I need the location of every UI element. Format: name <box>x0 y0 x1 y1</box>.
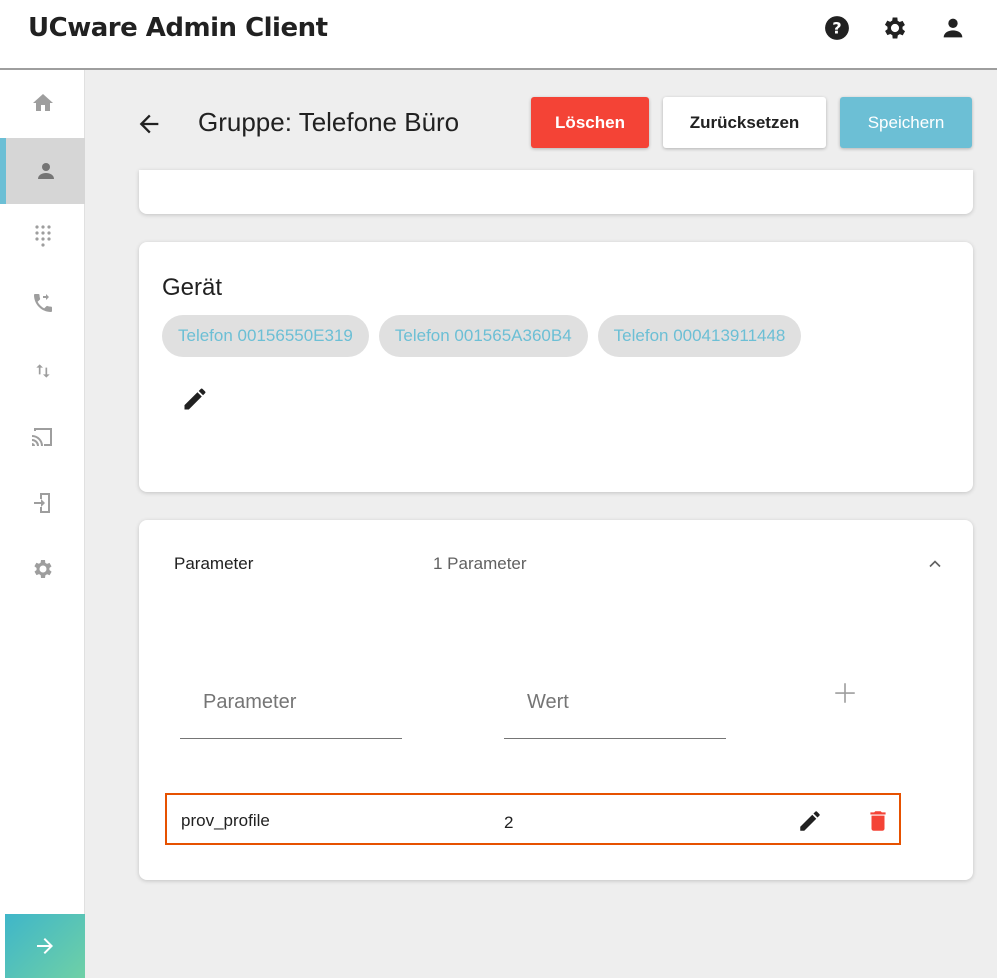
person-icon <box>37 163 54 179</box>
parameter-count: 1 Parameter <box>433 554 527 573</box>
page-title: Gruppe: Telefone Büro <box>198 107 460 137</box>
sidebar-item-settings[interactable] <box>0 536 85 602</box>
device-chip[interactable]: Telefon 000413911448 <box>597 315 802 357</box>
parameter-card: Parameter 1 Parameter prov_profile 2 <box>139 520 973 880</box>
sidebar-item-home[interactable] <box>0 70 85 136</box>
group-info-card <box>139 170 973 214</box>
parameter-row: prov_profile 2 <box>165 793 901 845</box>
edit-parameter-button[interactable] <box>797 808 823 834</box>
svg-text:?: ? <box>832 18 841 37</box>
parameter-name-input[interactable] <box>180 682 402 722</box>
help-icon[interactable]: ? <box>823 14 851 42</box>
sidebar-item-cast[interactable] <box>0 404 85 470</box>
phone-forward-icon <box>33 294 52 312</box>
device-chips: Telefon 00156550E319 Telefon 001565A360B… <box>162 315 802 357</box>
sidebar-item-call-forwarding[interactable] <box>0 270 85 336</box>
sidebar-item-users[interactable] <box>0 138 85 204</box>
arrow-right-icon <box>37 938 53 954</box>
account-icon[interactable] <box>939 14 967 42</box>
sidebar-item-device-login[interactable] <box>0 470 85 536</box>
collapse-button[interactable] <box>925 554 945 574</box>
device-chip[interactable]: Telefon 001565A360B4 <box>378 315 588 357</box>
app-title: UCware Admin Client <box>28 13 328 43</box>
back-button[interactable] <box>135 110 163 138</box>
trash-icon <box>870 811 886 831</box>
add-parameter-button[interactable] <box>832 680 858 706</box>
cast-icon <box>31 428 52 446</box>
login-device-icon <box>33 493 50 513</box>
delete-parameter-button[interactable] <box>865 808 891 834</box>
settings-icon <box>33 560 52 578</box>
chevron-up-icon <box>929 560 941 568</box>
parameter-value-field <box>504 670 726 739</box>
arrow-back-icon <box>139 114 159 134</box>
pencil-icon <box>800 811 820 831</box>
parameter-value-input[interactable] <box>504 682 726 722</box>
sidebar <box>0 70 85 978</box>
reset-button[interactable]: Zurücksetzen <box>663 97 826 148</box>
settings-icon[interactable] <box>881 14 909 42</box>
device-chip[interactable]: Telefon 00156550E319 <box>162 315 369 357</box>
app-bar: UCware Admin Client ? <box>0 0 997 70</box>
delete-button[interactable]: Löschen <box>531 97 649 148</box>
dialpad-icon <box>34 225 51 247</box>
pencil-icon <box>184 388 206 410</box>
plus-icon <box>835 683 855 703</box>
save-button[interactable]: Speichern <box>840 97 972 148</box>
home-icon <box>32 94 53 111</box>
swap-vert-icon <box>35 364 50 378</box>
device-card: Gerät Telefon 00156550E319 Telefon 00156… <box>139 242 973 492</box>
sidebar-item-dialpad[interactable] <box>0 202 85 268</box>
top-icons: ? <box>823 14 967 42</box>
device-title: Gerät <box>162 274 223 301</box>
parameter-name-field <box>180 670 402 739</box>
parameter-row-name: prov_profile <box>181 811 270 830</box>
edit-devices-button[interactable] <box>181 385 209 413</box>
sidebar-item-transfer[interactable] <box>0 338 85 404</box>
sidebar-expand-button[interactable] <box>5 914 85 978</box>
parameter-section-label: Parameter <box>174 554 254 573</box>
parameter-row-value: 2 <box>504 813 514 832</box>
